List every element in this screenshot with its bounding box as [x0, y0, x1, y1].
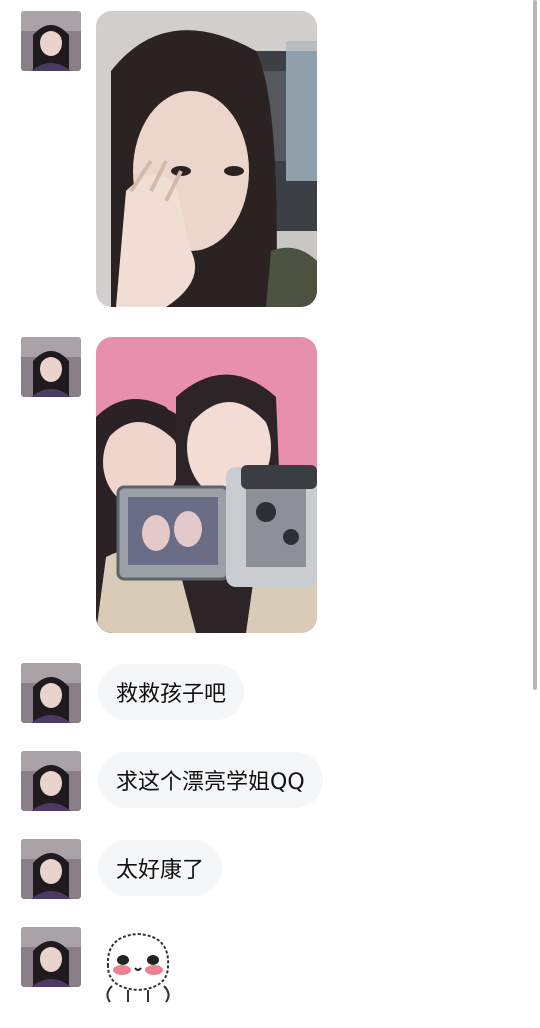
scrollbar[interactable] [533, 0, 537, 690]
message-text: 太好康了 [116, 858, 205, 883]
sender-avatar[interactable] [21, 839, 81, 899]
chat-image-camcorder[interactable] [96, 337, 317, 633]
sender-avatar[interactable] [21, 751, 81, 811]
sender-avatar[interactable] [21, 663, 81, 723]
message-text: 救救孩子吧 [116, 682, 227, 707]
chat-message-list[interactable]: 救救孩子吧 求这个漂亮学姐QQ 太好康了 [0, 0, 540, 1028]
message-bubble[interactable]: 救救孩子吧 [98, 664, 245, 720]
blushing-face-sticker-icon[interactable] [98, 928, 178, 1008]
chat-image-selfie[interactable] [96, 11, 317, 307]
sender-avatar[interactable] [21, 337, 81, 397]
message-text: 求这个漂亮学姐QQ [116, 770, 305, 795]
message-bubble[interactable]: 求这个漂亮学姐QQ [98, 752, 323, 808]
sender-avatar[interactable] [21, 927, 81, 987]
message-bubble[interactable]: 太好康了 [98, 840, 223, 896]
sender-avatar[interactable] [21, 11, 81, 71]
